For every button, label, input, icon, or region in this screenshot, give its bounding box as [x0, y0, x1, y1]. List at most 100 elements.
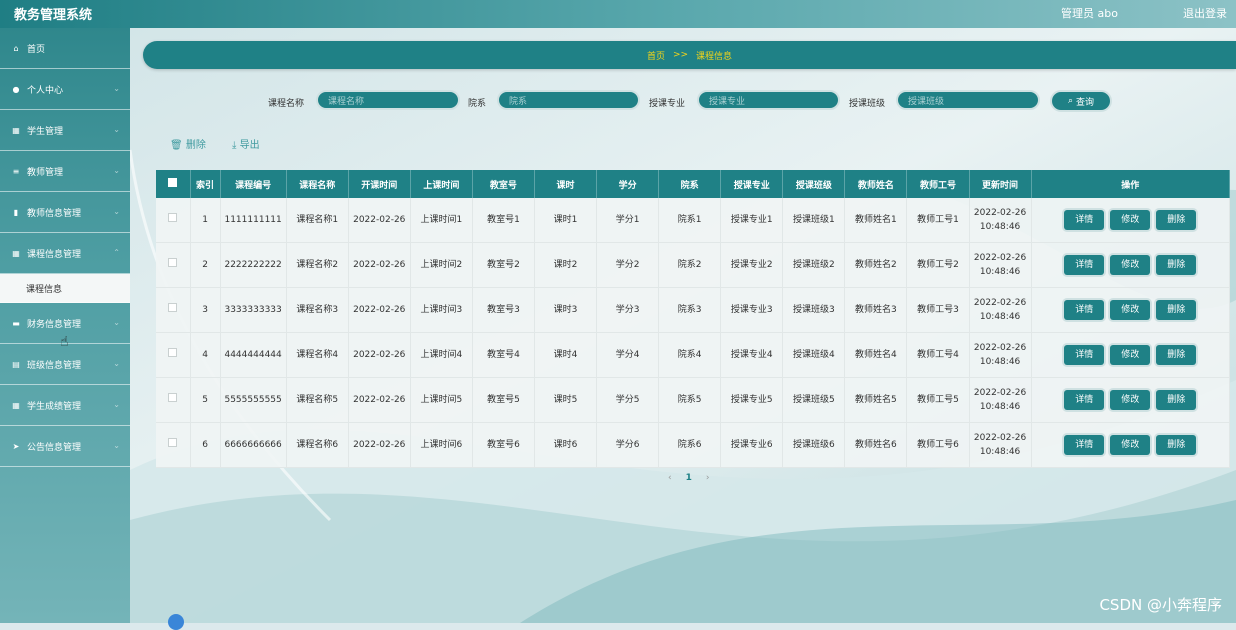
start-date-cell: 2022-02-26 — [348, 242, 411, 288]
select-all-cell[interactable] — [156, 170, 191, 198]
delete-button[interactable]: 删除 — [1156, 210, 1197, 230]
course-name-input[interactable]: 课程名称 — [316, 90, 460, 110]
row-select-cell[interactable] — [156, 422, 191, 468]
breadcrumb-home[interactable]: 首页 — [647, 49, 665, 62]
export-label: 导出 — [239, 140, 260, 151]
column-header: 更新时间 — [969, 170, 1032, 198]
detail-button[interactable]: 详情 — [1064, 210, 1105, 230]
teacher-name-cell: 教师姓名2 — [844, 242, 908, 288]
actions-cell: 详情 修改 删除 — [1031, 422, 1231, 468]
class-time-cell: 上课时间4 — [410, 332, 473, 378]
column-header: 学分 — [596, 170, 660, 198]
sidebar-item-class-info[interactable]: ▤ 班级信息管理 ⌄ — [0, 344, 130, 385]
sidebar: ⌂ 首页 ● 个人中心 ⌄ ▦ 学生管理 ⌄ ≡ 教师管理 ⌄ ▮ 教师信息管理… — [0, 28, 130, 623]
row-select-cell[interactable] — [156, 377, 191, 423]
row-checkbox[interactable] — [168, 348, 178, 357]
start-date-cell: 2022-02-26 — [348, 332, 411, 378]
breadcrumb-separator: >> — [672, 50, 689, 60]
sidebar-item-teachers[interactable]: ≡ 教师管理 ⌄ — [0, 151, 130, 192]
teacher-id-cell: 教师工号6 — [906, 422, 970, 468]
edit-button[interactable]: 修改 — [1110, 300, 1151, 320]
bar-chart-icon: ▮ — [13, 207, 19, 217]
sidebar-item-students[interactable]: ▦ 学生管理 ⌄ — [0, 110, 130, 151]
column-header: 教师姓名 — [844, 170, 908, 198]
delete-button[interactable]: 删除 — [1156, 435, 1197, 455]
app-title: 教务管理系统 — [14, 8, 93, 23]
edit-button[interactable]: 修改 — [1110, 210, 1151, 230]
sidebar-item-home[interactable]: ⌂ 首页 — [0, 28, 130, 69]
class-cell: 授课班级2 — [782, 242, 846, 288]
delete-button[interactable]: 删除 — [1156, 255, 1197, 275]
row-checkbox[interactable] — [168, 258, 178, 267]
delete-button[interactable]: 删除 — [1156, 300, 1197, 320]
credit-cell: 学分4 — [596, 332, 660, 378]
updated-at-cell: 2022-02-26 10:48:46 — [969, 198, 1032, 243]
delete-button[interactable]: 删除 — [1156, 390, 1197, 410]
course-name-cell: 课程名称2 — [286, 242, 349, 288]
major-cell: 授课专业1 — [720, 198, 784, 243]
teacher-name-cell: 教师姓名3 — [844, 287, 908, 333]
page-number[interactable]: 1 — [686, 473, 692, 483]
next-page-button[interactable]: › — [706, 473, 710, 483]
hours-cell: 课时4 — [534, 332, 598, 378]
detail-button[interactable]: 详情 — [1064, 390, 1105, 410]
teacher-id-cell: 教师工号5 — [906, 377, 970, 423]
row-checkbox[interactable] — [168, 303, 178, 312]
mouse-cursor-icon: ☝ — [60, 334, 69, 350]
department-input[interactable]: 院系 — [497, 90, 640, 110]
row-select-cell[interactable] — [156, 242, 191, 288]
select-all-checkbox[interactable] — [168, 178, 178, 187]
sidebar-subitem-course-info[interactable]: 课程信息 — [0, 274, 130, 303]
department-cell: 院系6 — [658, 422, 722, 468]
index-cell: 5 — [190, 377, 221, 423]
class-input[interactable]: 授课班级 — [896, 90, 1040, 110]
floating-widget[interactable] — [168, 614, 184, 630]
class-cell: 授课班级1 — [782, 198, 846, 243]
chevron-down-icon: ⌄ — [113, 359, 120, 368]
row-select-cell[interactable] — [156, 198, 191, 243]
class-time-cell: 上课时间1 — [410, 198, 473, 243]
edit-button[interactable]: 修改 — [1110, 255, 1151, 275]
sidebar-item-grades[interactable]: ▦ 学生成绩管理 ⌄ — [0, 385, 130, 426]
course-code-cell: 6666666666 — [220, 422, 287, 468]
prev-page-button[interactable]: ‹ — [668, 473, 672, 483]
sidebar-item-label: 班级信息管理 — [27, 360, 82, 371]
department-cell: 院系5 — [658, 377, 722, 423]
search-button[interactable]: ⌕ 查询 — [1050, 90, 1112, 112]
start-date-cell: 2022-02-26 — [348, 377, 411, 423]
course-name-cell: 课程名称4 — [286, 332, 349, 378]
edit-button[interactable]: 修改 — [1110, 435, 1151, 455]
edit-button[interactable]: 修改 — [1110, 390, 1151, 410]
detail-button[interactable]: 详情 — [1064, 345, 1105, 365]
department-cell: 院系4 — [658, 332, 722, 378]
grid-icon: ▦ — [12, 125, 20, 135]
delete-button[interactable]: 删除 — [1156, 345, 1197, 365]
sidebar-item-announcements[interactable]: ➤ 公告信息管理 ⌄ — [0, 426, 130, 467]
index-cell: 6 — [190, 422, 221, 468]
row-checkbox[interactable] — [168, 213, 178, 222]
row-select-cell[interactable] — [156, 287, 191, 333]
sidebar-item-teacher-info[interactable]: ▮ 教师信息管理 ⌄ — [0, 192, 130, 233]
bulk-delete-button[interactable]: 🗑 删除 — [170, 136, 206, 151]
logout-link[interactable]: 退出登录 — [1183, 5, 1227, 21]
department-cell: 院系1 — [658, 198, 722, 243]
updated-at-cell: 2022-02-26 10:48:46 — [969, 332, 1032, 378]
bulk-delete-label: 删除 — [185, 140, 206, 151]
row-checkbox[interactable] — [168, 438, 178, 447]
edit-button[interactable]: 修改 — [1110, 345, 1151, 365]
detail-button[interactable]: 详情 — [1064, 435, 1105, 455]
teacher-name-cell: 教师姓名1 — [844, 198, 908, 243]
detail-button[interactable]: 详情 — [1064, 255, 1105, 275]
row-select-cell[interactable] — [156, 332, 191, 378]
export-button[interactable]: ⤓ 导出 — [232, 136, 260, 151]
sidebar-item-course-info[interactable]: ▦ 课程信息管理 ⌃ — [0, 233, 130, 274]
chevron-down-icon: ⌄ — [113, 125, 120, 134]
major-input[interactable]: 授课专业 — [697, 90, 840, 110]
table-row: 3 3333333333 课程名称3 2022-02-26 上课时间3 教室号3 课时3 学分… — [156, 287, 1231, 333]
row-checkbox[interactable] — [168, 393, 178, 402]
class-time-cell: 上课时间6 — [410, 422, 473, 468]
breadcrumb-current: 课程信息 — [696, 51, 733, 62]
updated-at-cell: 2022-02-26 10:48:46 — [969, 242, 1032, 288]
major-cell: 授课专业2 — [720, 242, 784, 288]
detail-button[interactable]: 详情 — [1064, 300, 1105, 320]
